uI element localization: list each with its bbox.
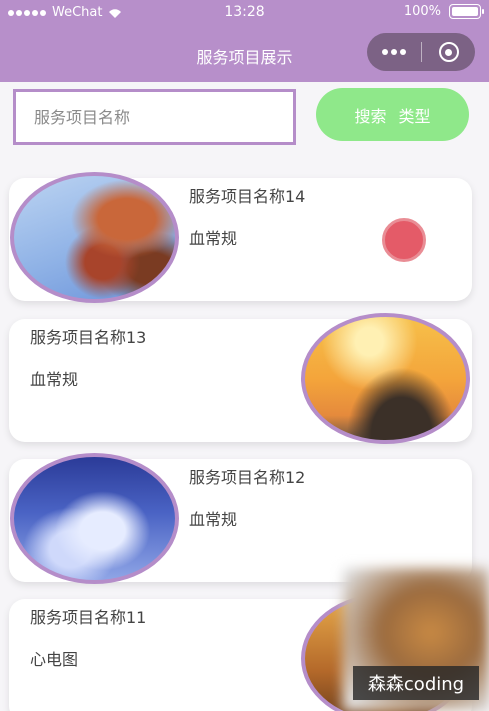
close-mini-program-button[interactable]	[422, 33, 475, 71]
item-image	[10, 172, 179, 303]
list-item[interactable]: 服务项目名称14 血常规	[9, 172, 472, 303]
type-button-label: 类型	[398, 106, 431, 126]
battery-percent: 100%	[403, 4, 441, 19]
item-image	[301, 313, 470, 444]
list-item[interactable]: 服务项目名称13 血常规	[9, 313, 472, 444]
target-icon	[438, 42, 459, 62]
search-button-label: 搜索	[354, 106, 387, 126]
item-type: 血常规	[30, 370, 79, 389]
record-dot-button[interactable]	[382, 218, 426, 262]
battery-fill	[452, 7, 478, 16]
item-image	[10, 453, 179, 584]
item-title: 服务项目名称13	[30, 328, 147, 347]
item-title: 服务项目名称14	[189, 187, 306, 206]
mini-program-capsule	[367, 33, 475, 71]
watermark: 森森coding	[353, 666, 479, 700]
search-button[interactable]: 搜索 类型	[316, 88, 469, 141]
item-type: 血常规	[189, 229, 238, 248]
top-navigation-bar: WeChat 13:28 100% 服务项目展示	[0, 0, 489, 82]
item-type: 心电图	[30, 650, 79, 669]
item-type: 血常规	[189, 510, 238, 529]
status-right: 100%	[403, 4, 484, 19]
status-bar: WeChat 13:28 100%	[0, 0, 489, 26]
battery-icon	[449, 4, 484, 19]
item-title: 服务项目名称12	[189, 468, 306, 487]
search-input[interactable]	[13, 89, 296, 145]
list-item[interactable]: 服务项目名称12 血常规	[9, 453, 472, 584]
more-menu-button[interactable]	[367, 33, 421, 71]
item-title: 服务项目名称11	[30, 608, 147, 627]
